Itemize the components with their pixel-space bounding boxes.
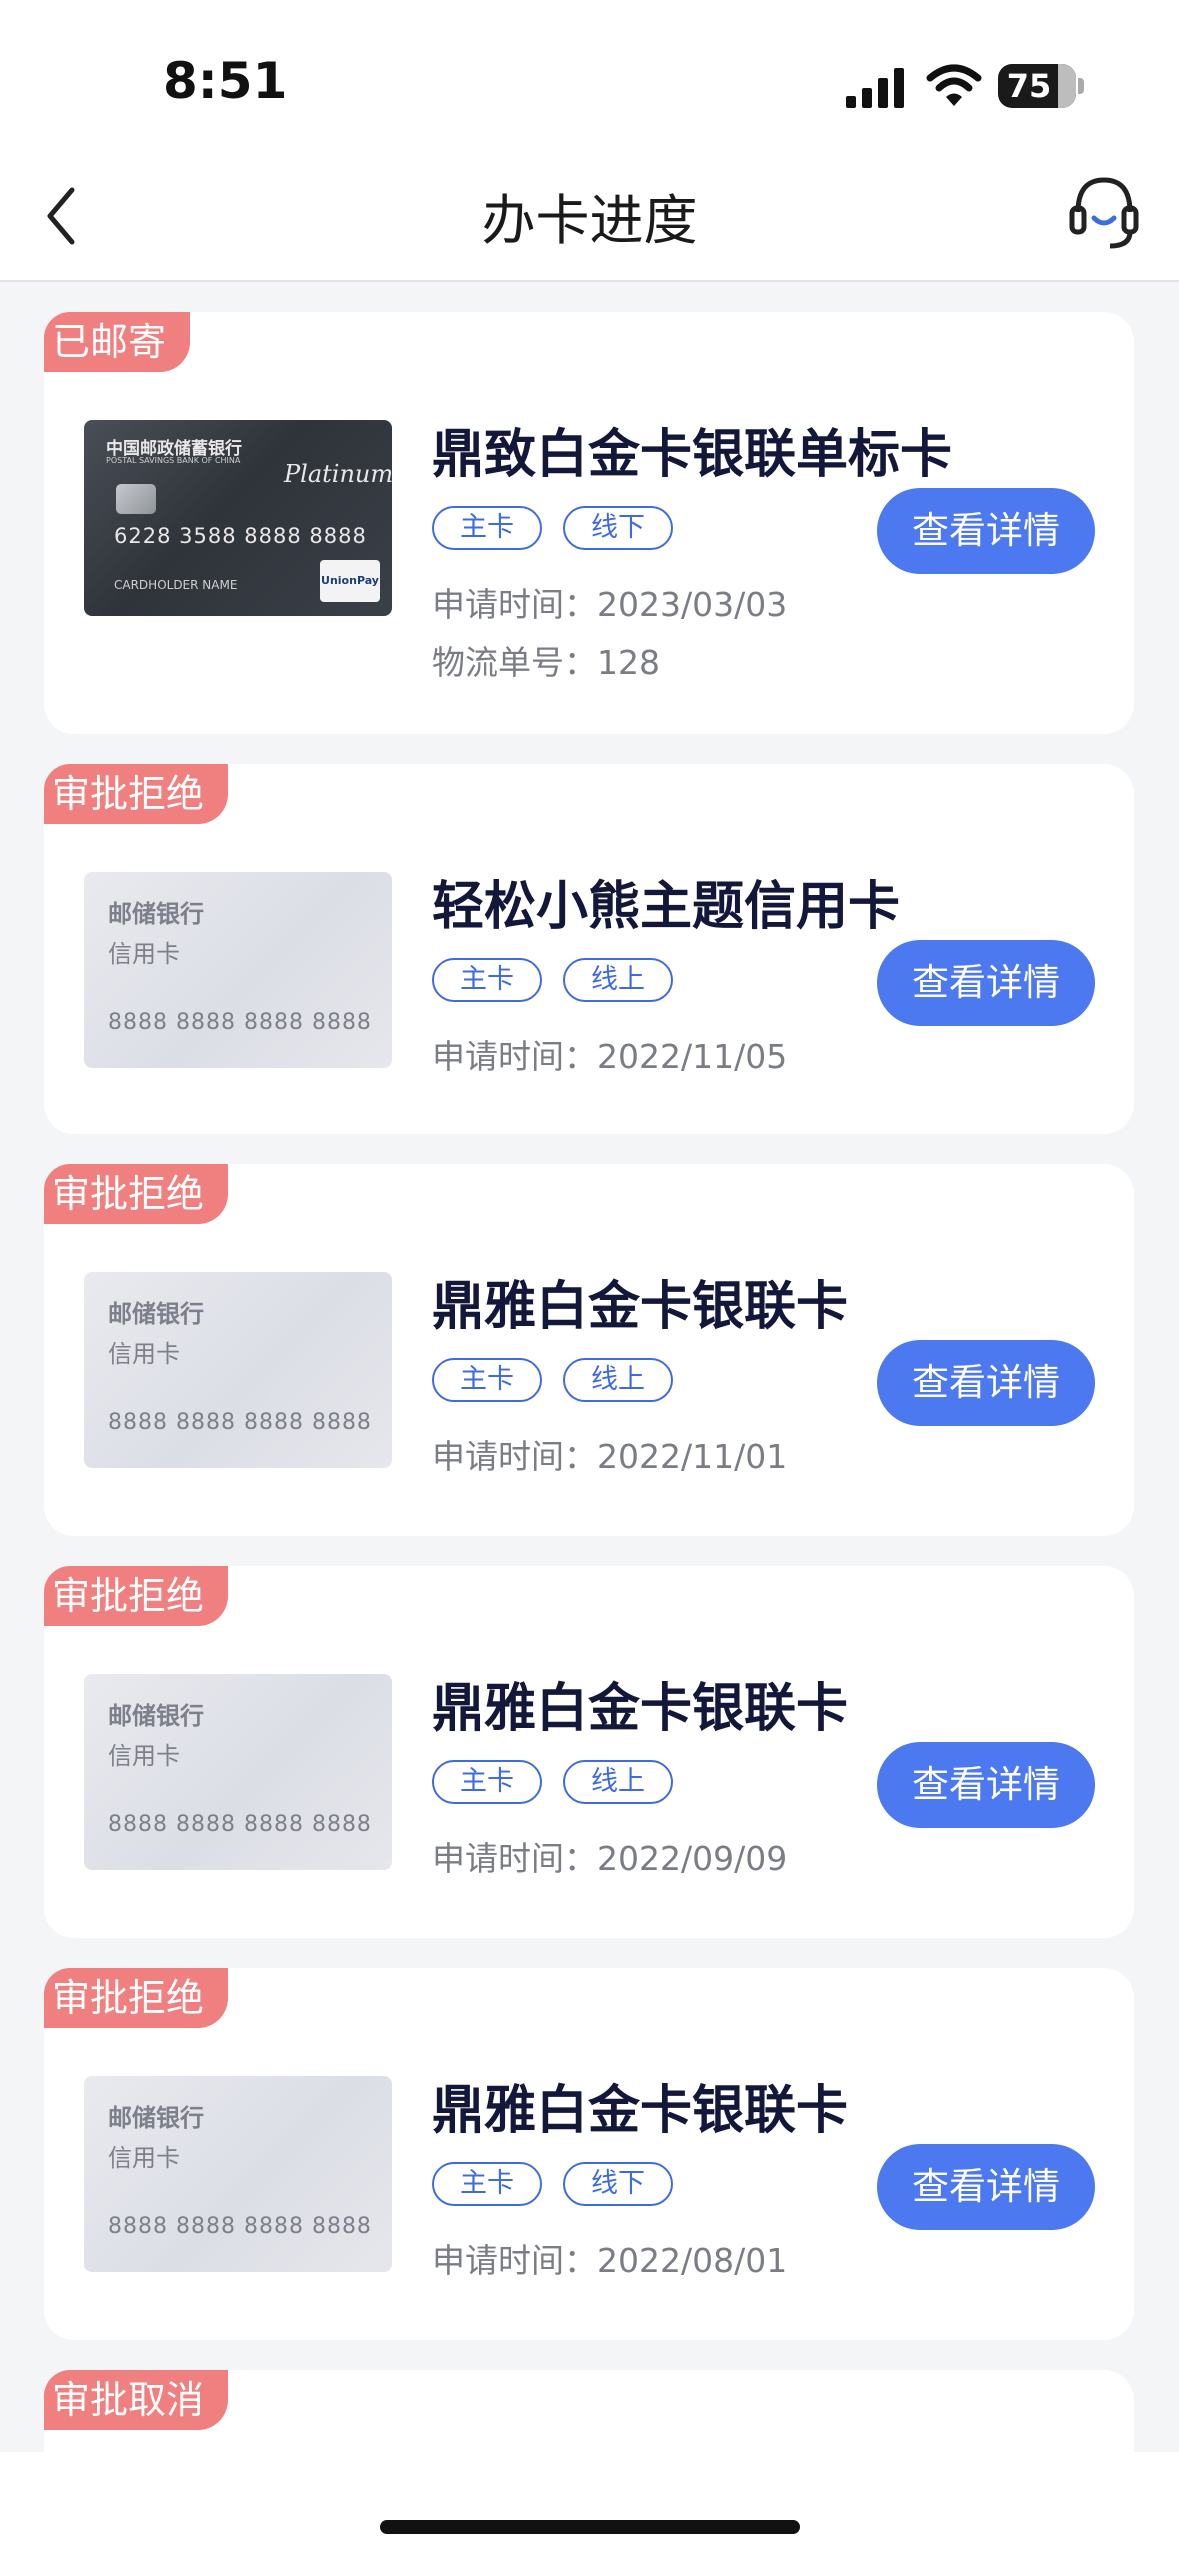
card-name: 鼎雅白金卡银联卡 <box>432 2081 849 2141</box>
page-title: 办卡进度 <box>481 189 698 252</box>
home-indicator[interactable] <box>380 2520 800 2534</box>
chip-icon <box>116 484 156 514</box>
card-image-holder: CARDHOLDER NAME <box>114 578 238 592</box>
card-name: 轻松小熊主题信用卡 <box>432 877 901 937</box>
apply-time: 申请时间：2022/11/05 <box>432 1030 787 1078</box>
card-name: 鼎雅白金卡银联卡 <box>432 1679 849 1739</box>
apply-time-value: 2022/09/09 <box>597 1839 788 1878</box>
tag-channel: 线上 <box>563 1358 673 1402</box>
wifi-icon <box>926 64 982 106</box>
battery-indicator: 75 <box>998 64 1076 108</box>
card-image: 邮储银行 信用卡 8888 8888 8888 8888 <box>84 872 392 1068</box>
card-name: 鼎致白金卡银联单标卡 <box>432 425 953 485</box>
apply-time: 申请时间：2022/11/01 <box>432 1430 787 1478</box>
apply-time: 申请时间：2022/08/01 <box>432 2234 787 2282</box>
apply-time-value: 2023/03/03 <box>597 585 788 624</box>
tag-primary: 主卡 <box>432 506 542 550</box>
status-badge: 审批拒绝 <box>44 1968 229 2028</box>
battery-level: 75 <box>1006 67 1052 105</box>
card-image-number: 6228 3588 8888 8888 <box>114 524 367 548</box>
application-card: 审批拒绝 邮储银行 信用卡 8888 8888 8888 8888 轻松小熊主题… <box>44 764 1134 1134</box>
apply-time: 申请时间：2023/03/03 <box>432 578 787 626</box>
status-badge: 审批拒绝 <box>44 764 229 824</box>
application-card: 已邮寄 中国邮政储蓄银行 POSTAL SAVINGS BANK OF CHIN… <box>44 312 1134 734</box>
customer-service-icon[interactable] <box>1068 172 1140 254</box>
nav-bar: 办卡进度 <box>0 150 1179 282</box>
tag-primary: 主卡 <box>432 958 542 1002</box>
card-image-type: 信用卡 <box>108 1340 180 1368</box>
card-image-type: 信用卡 <box>108 1742 180 1770</box>
card-image-number: 8888 8888 8888 8888 <box>108 1410 372 1435</box>
apply-time-label: 申请时间： <box>432 1839 597 1878</box>
unionpay-logo: UnionPay 银联 <box>320 560 380 602</box>
view-details-button[interactable]: 查看详情 <box>877 940 1095 1026</box>
card-image-type: 信用卡 <box>108 2144 180 2172</box>
apply-time-value: 2022/08/01 <box>597 2241 788 2280</box>
card-image-number: 8888 8888 8888 8888 <box>108 2214 372 2239</box>
tag-primary: 主卡 <box>432 2162 542 2206</box>
tag-channel: 线上 <box>563 958 673 1002</box>
apply-time-label: 申请时间： <box>432 2241 597 2280</box>
application-card: 审批拒绝 邮储银行 信用卡 8888 8888 8888 8888 鼎雅白金卡银… <box>44 1164 1134 1536</box>
apply-time: 申请时间：2022/09/09 <box>432 1832 787 1880</box>
status-badge: 审批拒绝 <box>44 1566 229 1626</box>
bottom-safe-area <box>0 2452 1179 2556</box>
application-list: 已邮寄 中国邮政储蓄银行 POSTAL SAVINGS BANK OF CHIN… <box>44 312 1134 2520</box>
card-image-bank-en: POSTAL SAVINGS BANK OF CHINA <box>106 456 241 465</box>
card-image: 邮储银行 信用卡 8888 8888 8888 8888 <box>84 1674 392 1870</box>
apply-time-label: 申请时间： <box>432 1037 597 1076</box>
tag-primary: 主卡 <box>432 1358 542 1402</box>
card-image-bank: 邮储银行 <box>108 2104 204 2132</box>
card-name: 鼎雅白金卡银联卡 <box>432 1277 849 1337</box>
apply-time-label: 申请时间： <box>432 1437 597 1476</box>
tracking-label: 物流单号： <box>432 643 597 682</box>
tag-channel: 线下 <box>563 2162 673 2206</box>
view-details-button[interactable]: 查看详情 <box>877 488 1095 574</box>
card-image-bank: 邮储银行 <box>108 1702 204 1730</box>
status-badge: 已邮寄 <box>44 312 191 372</box>
view-details-button[interactable]: 查看详情 <box>877 1340 1095 1426</box>
application-card: 审批拒绝 邮储银行 信用卡 8888 8888 8888 8888 鼎雅白金卡银… <box>44 1968 1134 2340</box>
card-image: 邮储银行 信用卡 8888 8888 8888 8888 <box>84 1272 392 1468</box>
tag-primary: 主卡 <box>432 1760 542 1804</box>
card-image-number: 8888 8888 8888 8888 <box>108 1812 372 1837</box>
cellular-signal-icon <box>846 68 904 108</box>
application-card: 审批拒绝 邮储银行 信用卡 8888 8888 8888 8888 鼎雅白金卡银… <box>44 1566 1134 1938</box>
card-image-number: 8888 8888 8888 8888 <box>108 1010 372 1035</box>
status-bar: 8:51 75 <box>0 0 1179 150</box>
apply-time-label: 申请时间： <box>432 585 597 624</box>
status-badge: 审批拒绝 <box>44 1164 229 1224</box>
status-time: 8:51 <box>163 52 288 110</box>
view-details-button[interactable]: 查看详情 <box>877 1742 1095 1828</box>
apply-time-value: 2022/11/05 <box>597 1037 788 1076</box>
view-details-button[interactable]: 查看详情 <box>877 2144 1095 2230</box>
tracking-number: 物流单号：128 <box>432 636 660 684</box>
card-image-type: 信用卡 <box>108 940 180 968</box>
apply-time-value: 2022/11/01 <box>597 1437 788 1476</box>
tag-channel: 线下 <box>563 506 673 550</box>
card-image-bank: 邮储银行 <box>108 900 204 928</box>
tag-channel: 线上 <box>563 1760 673 1804</box>
card-image-bank: 邮储银行 <box>108 1300 204 1328</box>
tracking-value: 128 <box>597 643 660 682</box>
status-badge: 审批取消 <box>44 2370 229 2430</box>
battery-cap <box>1078 78 1084 94</box>
card-image-script: Platinum <box>284 460 392 488</box>
card-image: 中国邮政储蓄银行 POSTAL SAVINGS BANK OF CHINA Pl… <box>84 420 392 616</box>
card-image: 邮储银行 信用卡 8888 8888 8888 8888 <box>84 2076 392 2272</box>
